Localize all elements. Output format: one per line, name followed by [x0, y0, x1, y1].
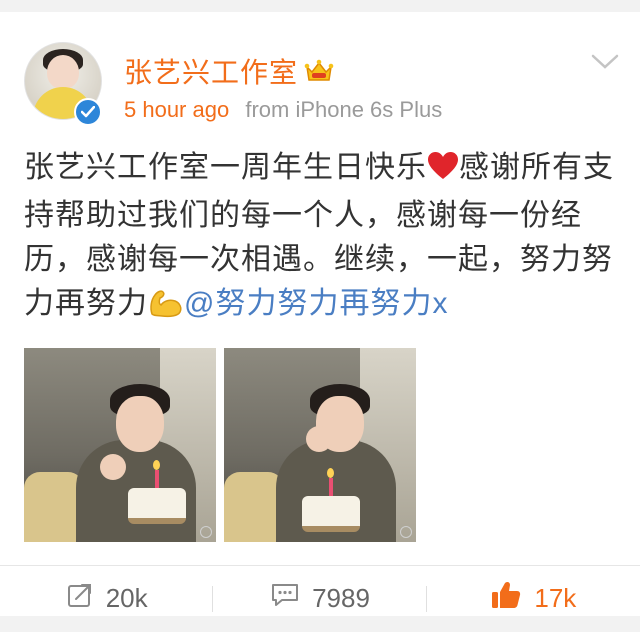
- heart-emoji-icon: [427, 150, 459, 194]
- photo-person-hand: [306, 426, 332, 452]
- repost-count: 20k: [105, 582, 148, 613]
- post-photo-1[interactable]: [24, 348, 216, 542]
- watermark-icon: [200, 526, 212, 538]
- like-count: 17k: [534, 582, 577, 613]
- thumbs-up-icon: [490, 580, 522, 617]
- photo-person-hand: [100, 454, 126, 480]
- photo-chair: [24, 472, 84, 542]
- post-text: 张艺兴工作室一周年生日快乐 感谢所有支持帮助过我们的每一个人，感谢每一份经历，感谢…: [24, 146, 624, 331]
- comment-button[interactable]: 7989: [213, 568, 427, 628]
- actions-divider: [0, 565, 640, 566]
- avatar-face: [47, 55, 79, 89]
- author-row: 张艺兴工作室: [124, 56, 334, 90]
- flexed-bicep-emoji-icon: [148, 286, 184, 331]
- repost-button[interactable]: 20k: [0, 568, 214, 628]
- photo-cake: [128, 488, 186, 524]
- photo-chair: [224, 472, 284, 542]
- photo-candle-flame: [153, 460, 160, 470]
- like-button[interactable]: 17k: [427, 568, 640, 628]
- vip-crown-icon[interactable]: [304, 58, 334, 89]
- post-time: 5 hour ago: [124, 97, 230, 122]
- photo-person-face: [116, 396, 164, 452]
- weibo-post-card: 张艺兴工作室 5 hour ago from iPhone 6s Plus 张艺…: [0, 12, 640, 616]
- author-name[interactable]: 张艺兴工作室: [124, 56, 298, 90]
- comment-count: 7989: [312, 582, 370, 613]
- photo-cake: [302, 496, 360, 532]
- user-mention-link[interactable]: @努力努力再努力x: [184, 287, 448, 320]
- photo-candle: [329, 478, 333, 496]
- repost-icon: [66, 581, 94, 616]
- chevron-down-icon[interactable]: [590, 50, 620, 74]
- post-meta: 5 hour ago from iPhone 6s Plus: [124, 96, 442, 124]
- verified-badge-icon: [74, 98, 102, 126]
- post-text-part1: 张艺兴工作室一周年生日快乐: [24, 151, 427, 184]
- watermark-icon: [400, 526, 412, 538]
- action-bar: 20k 7989 17k: [0, 568, 640, 628]
- post-source: from iPhone 6s Plus: [245, 97, 443, 122]
- photo-candle-flame: [327, 468, 334, 478]
- comment-icon: [270, 581, 300, 616]
- post-photo-2[interactable]: [224, 348, 416, 542]
- photo-candle: [155, 470, 159, 488]
